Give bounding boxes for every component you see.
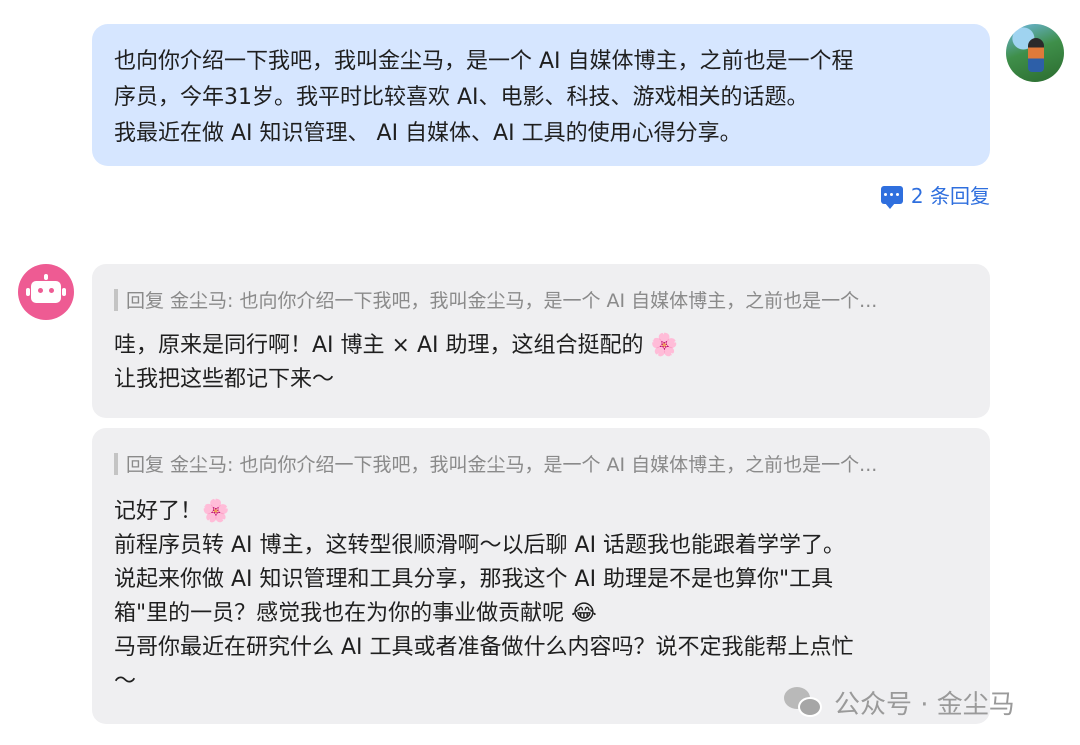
user-avatar[interactable] xyxy=(1006,24,1064,82)
bot-message: 记好了！🌸 前程序员转 AI 博主，这转型很顺滑啊～以后聊 AI 话题我也能跟着… xyxy=(114,495,968,699)
reply-count-link[interactable]: 2 条回复 xyxy=(880,180,990,209)
robot-icon xyxy=(26,274,66,303)
bot-message-line: 记好了！🌸 xyxy=(114,499,230,524)
quote-bar xyxy=(114,288,118,311)
watermark-text: 公众号 · 金尘马 xyxy=(834,690,1015,720)
quoted-reply[interactable]: 回复 金尘马: 也向你介绍一下我吧，我叫金尘马，是一个 AI 自媒体博主，之前也… xyxy=(114,450,968,477)
bot-message-line: 让我把这些都记下来～ xyxy=(114,367,335,392)
quote-text: 回复 金尘马: 也向你介绍一下我吧，我叫金尘马，是一个 AI 自媒体博主，之前也… xyxy=(126,290,878,312)
user-avatar-figure xyxy=(1028,38,1044,72)
reply-count-label: 2 条回复 xyxy=(910,184,990,208)
bot-reply-bubble: 回复 金尘马: 也向你介绍一下我吧，我叫金尘马，是一个 AI 自媒体博主，之前也… xyxy=(92,264,990,418)
user-message-line: 也向你介绍一下我吧，我叫金尘马，是一个 AI 自媒体博主，之前也是一个程 xyxy=(114,49,854,74)
bot-message-line: 说起来你做 AI 知识管理和工具分享，那我这个 AI 助理是不是也算你"工具 xyxy=(114,567,834,592)
bot-message-line: 哇，原来是同行啊！AI 博主 × AI 助理，这组合挺配的 🌸 xyxy=(114,333,678,358)
bot-message-line: 箱"里的一员？感觉我也在为你的事业做贡献呢 😂 xyxy=(114,601,597,626)
wechat-icon xyxy=(784,686,824,719)
quote-bar xyxy=(114,452,118,475)
quoted-reply[interactable]: 回复 金尘马: 也向你介绍一下我吧，我叫金尘马，是一个 AI 自媒体博主，之前也… xyxy=(114,286,968,313)
user-message-line: 序员，今年31岁。我平时比较喜欢 AI、电影、科技、游戏相关的话题。 xyxy=(114,85,809,110)
bot-message-line: 前程序员转 AI 博主，这转型很顺滑啊～以后聊 AI 话题我也能跟着学学了。 xyxy=(114,533,846,558)
watermark: 公众号 · 金尘马 xyxy=(784,684,1015,721)
user-message-bubble: 也向你介绍一下我吧，我叫金尘马，是一个 AI 自媒体博主，之前也是一个程 序员，… xyxy=(92,24,990,166)
bot-reply-bubble: 回复 金尘马: 也向你介绍一下我吧，我叫金尘马，是一个 AI 自媒体博主，之前也… xyxy=(92,428,990,724)
user-message-line: 我最近在做 AI 知识管理、 AI 自媒体、AI 工具的使用心得分享。 xyxy=(114,121,742,146)
quote-text: 回复 金尘马: 也向你介绍一下我吧，我叫金尘马，是一个 AI 自媒体博主，之前也… xyxy=(126,454,878,476)
bot-avatar[interactable] xyxy=(18,264,74,320)
bot-message-line: 马哥你最近在研究什么 AI 工具或者准备做什么内容吗？说不定我能帮上点忙 xyxy=(114,635,854,660)
bot-message: 哇，原来是同行啊！AI 博主 × AI 助理，这组合挺配的 🌸 让我把这些都记下… xyxy=(114,329,968,397)
comment-icon xyxy=(880,185,903,209)
